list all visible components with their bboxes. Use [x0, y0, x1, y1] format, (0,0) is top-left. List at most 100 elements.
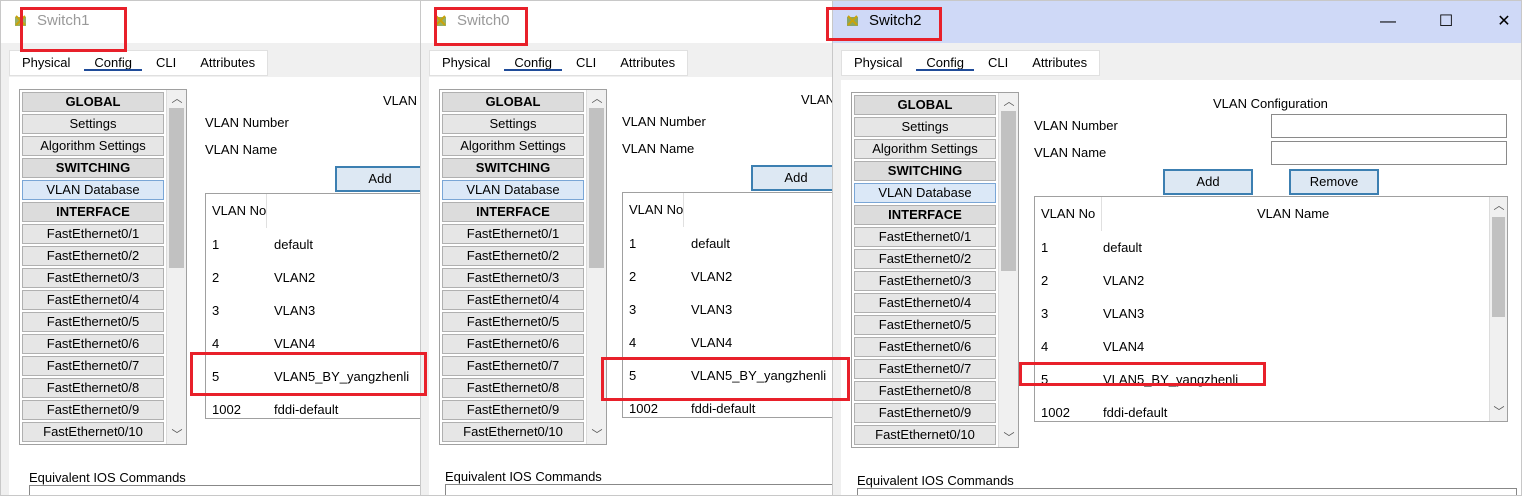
nav-item-interface[interactable]: INTERFACE [22, 202, 164, 222]
scroll-up-icon[interactable]: ︿ [999, 93, 1018, 111]
table-row[interactable]: 2 VLAN2 [206, 261, 425, 294]
scroll-thumb[interactable] [589, 108, 604, 268]
tab-physical[interactable]: Physical [430, 51, 502, 75]
scroll-down-icon[interactable]: ﹀ [999, 429, 1018, 447]
scroll-up-icon[interactable]: ︿ [1490, 197, 1507, 215]
tab-physical[interactable]: Physical [10, 51, 82, 75]
table-row[interactable]: 4 VLAN4 [1035, 330, 1507, 363]
nav-item-fastethernet0-4[interactable]: FastEthernet0/4 [854, 293, 996, 313]
nav-item-fastethernet0-6[interactable]: FastEthernet0/6 [442, 334, 584, 354]
scroll-down-icon[interactable]: ﹀ [1490, 403, 1507, 421]
nav-item-settings[interactable]: Settings [854, 117, 996, 137]
table-row[interactable]: 4 VLAN4 [623, 326, 849, 359]
nav-item-settings[interactable]: Settings [22, 114, 164, 134]
tab-config[interactable]: Config [82, 51, 144, 75]
tab-config[interactable]: Config [914, 51, 976, 75]
highlight-switch2-vlan5 [1019, 362, 1266, 386]
nav-item-fastethernet0-7[interactable]: FastEthernet0/7 [442, 356, 584, 376]
nav-item-global[interactable]: GLOBAL [442, 92, 584, 112]
tab-attributes[interactable]: Attributes [188, 51, 267, 75]
config-panel: GLOBAL Settings Algorithm Settings SWITCHIN… [429, 77, 849, 495]
table-row[interactable]: 2 VLAN2 [623, 260, 849, 293]
scroll-thumb[interactable] [1001, 111, 1016, 271]
nav-item-fastethernet0-10[interactable]: FastEthernet0/10 [854, 425, 996, 445]
nav-scrollbar[interactable]: ︿ ﹀ [166, 90, 186, 444]
nav-item-fastethernet0-4[interactable]: FastEthernet0/4 [442, 290, 584, 310]
minimize-icon[interactable]: — [1373, 9, 1403, 35]
nav-item-fastethernet0-2[interactable]: FastEthernet0/2 [854, 249, 996, 269]
vlan-name-input[interactable] [1271, 141, 1507, 165]
vlan-no-cell: 3 [629, 302, 637, 317]
nav-item-algorithm-settings[interactable]: Algorithm Settings [442, 136, 584, 156]
tab-attributes[interactable]: Attributes [608, 51, 687, 75]
tab-cli[interactable]: CLI [564, 51, 608, 75]
nav-item-algorithm-settings[interactable]: Algorithm Settings [22, 136, 164, 156]
scroll-down-icon[interactable]: ﹀ [167, 426, 186, 444]
table-row[interactable]: 3 VLAN3 [206, 294, 425, 327]
nav-item-settings[interactable]: Settings [442, 114, 584, 134]
table-row[interactable]: 1 default [1035, 231, 1507, 264]
add-button[interactable]: Add [1163, 169, 1253, 195]
table-row[interactable]: 3 VLAN3 [623, 293, 849, 326]
nav-item-fastethernet0-5[interactable]: FastEthernet0/5 [854, 315, 996, 335]
table-scrollbar[interactable]: ︿ ﹀ [1489, 197, 1507, 421]
nav-item-algorithm-settings[interactable]: Algorithm Settings [854, 139, 996, 159]
nav-item-fastethernet0-1[interactable]: FastEthernet0/1 [22, 224, 164, 244]
scroll-thumb[interactable] [1492, 217, 1505, 317]
tab-attributes[interactable]: Attributes [1020, 51, 1099, 75]
scroll-up-icon[interactable]: ︿ [167, 90, 186, 108]
nav-item-interface[interactable]: INTERFACE [854, 205, 996, 225]
tab-config[interactable]: Config [502, 51, 564, 75]
nav-item-fastethernet0-9[interactable]: FastEthernet0/9 [854, 403, 996, 423]
table-row[interactable]: 1002 fddi-default [206, 393, 425, 418]
nav-item-vlan-database[interactable]: VLAN Database [22, 180, 164, 200]
scroll-thumb[interactable] [169, 108, 184, 268]
nav-item-global[interactable]: GLOBAL [22, 92, 164, 112]
scroll-down-icon[interactable]: ﹀ [587, 426, 606, 444]
nav-item-fastethernet0-5[interactable]: FastEthernet0/5 [22, 312, 164, 332]
nav-item-vlan-database[interactable]: VLAN Database [442, 180, 584, 200]
table-row[interactable]: 1 default [623, 227, 849, 260]
nav-item-switching[interactable]: SWITCHING [442, 158, 584, 178]
nav-item-fastethernet0-10[interactable]: FastEthernet0/10 [442, 422, 584, 442]
table-row[interactable]: 3 VLAN3 [1035, 297, 1507, 330]
tab-cli[interactable]: CLI [976, 51, 1020, 75]
table-row[interactable]: 2 VLAN2 [1035, 264, 1507, 297]
nav-item-fastethernet0-9[interactable]: FastEthernet0/9 [442, 400, 584, 420]
nav-item-fastethernet0-1[interactable]: FastEthernet0/1 [854, 227, 996, 247]
add-button[interactable]: Add [335, 166, 425, 192]
nav-item-fastethernet0-2[interactable]: FastEthernet0/2 [22, 246, 164, 266]
nav-item-fastethernet0-1[interactable]: FastEthernet0/1 [442, 224, 584, 244]
nav-item-vlan-database[interactable]: VLAN Database [854, 183, 996, 203]
nav-item-fastethernet0-4[interactable]: FastEthernet0/4 [22, 290, 164, 310]
nav-item-fastethernet0-2[interactable]: FastEthernet0/2 [442, 246, 584, 266]
nav-item-fastethernet0-8[interactable]: FastEthernet0/8 [442, 378, 584, 398]
tab-physical[interactable]: Physical [842, 51, 914, 75]
vlan-number-input[interactable] [1271, 114, 1507, 138]
nav-item-fastethernet0-3[interactable]: FastEthernet0/3 [442, 268, 584, 288]
nav-item-fastethernet0-8[interactable]: FastEthernet0/8 [22, 378, 164, 398]
nav-item-fastethernet0-8[interactable]: FastEthernet0/8 [854, 381, 996, 401]
nav-item-switching[interactable]: SWITCHING [22, 158, 164, 178]
tab-cli[interactable]: CLI [144, 51, 188, 75]
nav-item-fastethernet0-3[interactable]: FastEthernet0/3 [854, 271, 996, 291]
nav-scrollbar[interactable]: ︿ ﹀ [998, 93, 1018, 447]
table-row[interactable]: 1 default [206, 228, 425, 261]
nav-item-fastethernet0-3[interactable]: FastEthernet0/3 [22, 268, 164, 288]
scroll-up-icon[interactable]: ︿ [587, 90, 606, 108]
remove-button[interactable]: Remove [1289, 169, 1379, 195]
close-icon[interactable]: ✕ [1489, 9, 1519, 35]
nav-item-fastethernet0-9[interactable]: FastEthernet0/9 [22, 400, 164, 420]
nav-item-fastethernet0-6[interactable]: FastEthernet0/6 [22, 334, 164, 354]
nav-item-fastethernet0-10[interactable]: FastEthernet0/10 [22, 422, 164, 442]
nav-item-fastethernet0-7[interactable]: FastEthernet0/7 [22, 356, 164, 376]
table-row[interactable]: 1002 fddi-default [1035, 396, 1507, 421]
nav-item-fastethernet0-7[interactable]: FastEthernet0/7 [854, 359, 996, 379]
nav-item-global[interactable]: GLOBAL [854, 95, 996, 115]
nav-item-fastethernet0-6[interactable]: FastEthernet0/6 [854, 337, 996, 357]
nav-item-fastethernet0-5[interactable]: FastEthernet0/5 [442, 312, 584, 332]
maximize-icon[interactable]: ☐ [1431, 9, 1461, 35]
nav-item-interface[interactable]: INTERFACE [442, 202, 584, 222]
add-button[interactable]: Add [751, 165, 841, 191]
nav-item-switching[interactable]: SWITCHING [854, 161, 996, 181]
